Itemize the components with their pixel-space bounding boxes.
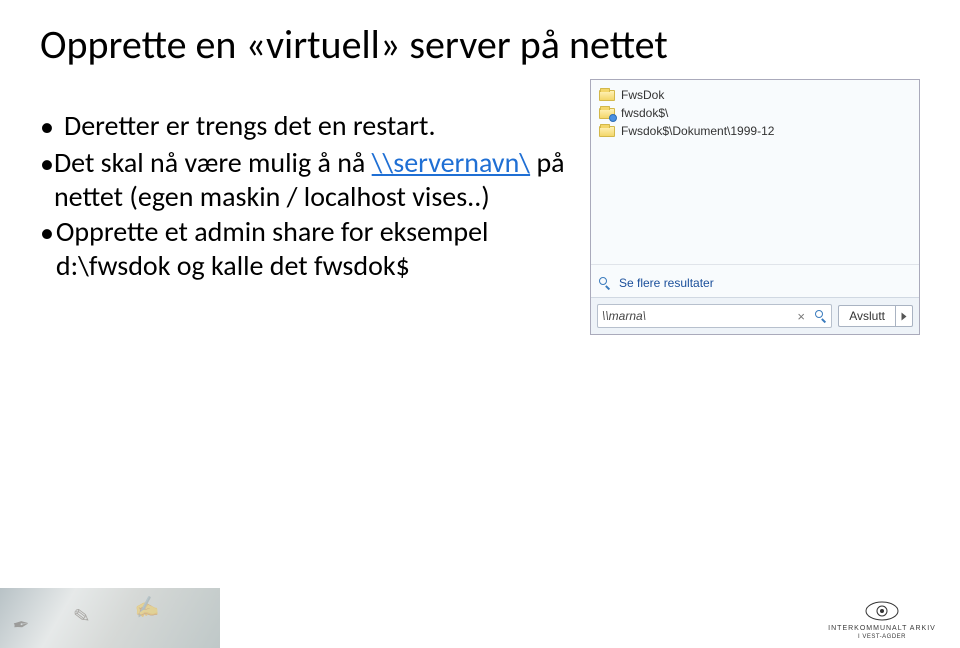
footer-manuscript-image xyxy=(0,588,220,648)
bullet-3: • Opprette et admin share for eksempel d… xyxy=(40,215,580,282)
logo-caption-1: INTERKOMMUNALT ARKIV xyxy=(828,625,936,632)
bullet-2-text: Det skal nå være mulig å nå \\servernavn… xyxy=(54,146,580,213)
shutdown-button[interactable]: Avslutt xyxy=(838,305,895,327)
see-more-label: Se flere resultater xyxy=(619,276,714,290)
footer-logo: INTERKOMMUNALT ARKIV I VEST-AGDER xyxy=(822,596,942,640)
shutdown-menu-button[interactable] xyxy=(895,305,913,327)
bullet-marker: • xyxy=(40,146,54,213)
search-result-label: Fwsdok$\Dokument\1999-12 xyxy=(621,124,774,138)
logo-caption-2: I VEST-AGDER xyxy=(858,634,906,640)
search-result[interactable]: Fwsdok$\Dokument\1999-12 xyxy=(597,122,913,140)
separator xyxy=(591,264,919,265)
shutdown-button-group: Avslutt xyxy=(838,305,913,327)
search-input[interactable] xyxy=(598,309,791,323)
search-result-label: FwsDok xyxy=(621,88,664,102)
share-folder-icon xyxy=(599,106,615,120)
folder-icon xyxy=(599,124,615,138)
slide: Opprette en «virtuell» server på nettet … xyxy=(0,0,960,648)
bullet-1-text: Deretter er trengs det en restart. xyxy=(64,109,436,144)
bullet-marker: • xyxy=(40,215,56,282)
bullet-3-text: Opprette et admin share for eksempel d:\… xyxy=(56,215,580,282)
search-result-label: fwsdok$\ xyxy=(621,106,668,120)
folder-icon xyxy=(599,88,615,102)
bullet-1: • Deretter er trengs det en restart. xyxy=(40,109,580,144)
servernavn-link[interactable]: \\servernavn\ xyxy=(372,145,530,180)
see-more-results[interactable]: Se flere resultater xyxy=(591,269,919,297)
slide-footer: INTERKOMMUNALT ARKIV I VEST-AGDER xyxy=(0,588,960,648)
screenshot-column: FwsDok fwsdok$\ Fwsdok$\Dokument\1999-12… xyxy=(580,79,920,335)
eye-logo-icon xyxy=(864,599,900,623)
search-box: × xyxy=(597,304,832,328)
text-column: • Deretter er trengs det en restart. • D… xyxy=(40,79,580,335)
search-result[interactable]: FwsDok xyxy=(597,86,913,104)
start-menu-panel: FwsDok fwsdok$\ Fwsdok$\Dokument\1999-12… xyxy=(590,79,920,335)
clear-icon[interactable]: × xyxy=(791,309,811,324)
bullet-2-pre: Det skal nå være mulig å nå xyxy=(54,145,372,180)
content-columns: • Deretter er trengs det en restart. • D… xyxy=(0,79,960,335)
bullet-2: • Det skal nå være mulig å nå \\serverna… xyxy=(40,146,580,213)
bullet-marker: • xyxy=(40,109,64,144)
search-results-list: FwsDok fwsdok$\ Fwsdok$\Dokument\1999-12 xyxy=(591,80,919,260)
search-bar: × Avslutt xyxy=(591,297,919,334)
search-icon xyxy=(597,275,613,291)
search-icon[interactable] xyxy=(811,308,831,324)
search-result[interactable]: fwsdok$\ xyxy=(597,104,913,122)
chevron-right-icon xyxy=(902,312,907,320)
slide-title: Opprette en «virtuell» server på nettet xyxy=(0,0,960,79)
